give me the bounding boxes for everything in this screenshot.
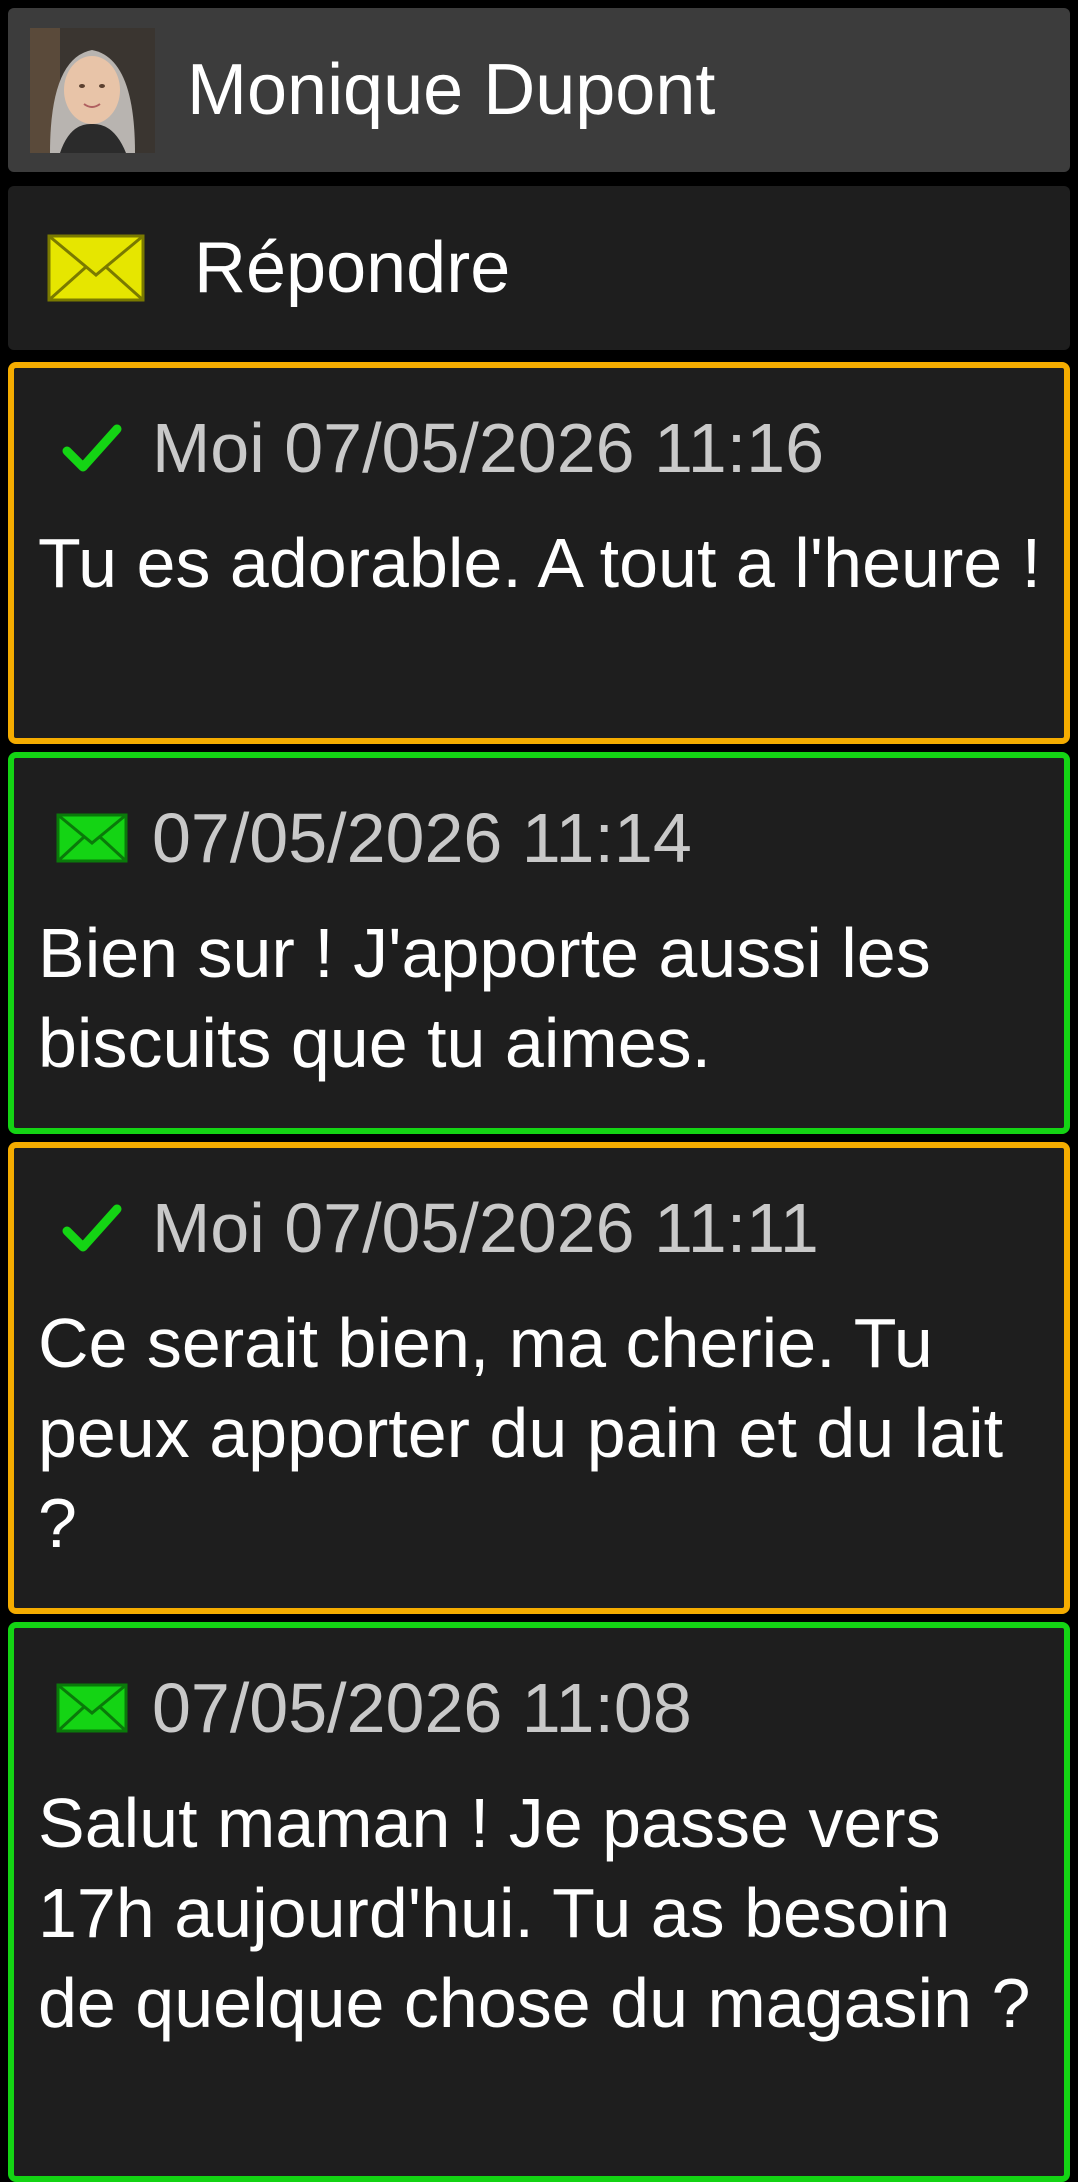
message-item[interactable]: Moi 07/05/2026 11:11 Ce serait bien, ma … [8,1142,1070,1614]
reply-label: Répondre [194,228,511,308]
message-item[interactable]: 07/05/2026 11:08 Salut maman ! Je passe … [8,1622,1070,2182]
message-item[interactable]: 07/05/2026 11:14 Bien sur ! J'apporte au… [8,752,1070,1134]
check-icon [52,1198,132,1258]
envelope-icon [47,234,145,302]
message-text: Bien sur ! J'apporte aussi les biscuits … [38,914,931,1082]
check-icon [52,418,132,478]
message-meta: Moi 07/05/2026 11:11 [152,1189,819,1267]
message-text: Salut maman ! Je passe vers 17h aujourd'… [38,1784,1031,2042]
message-meta: 07/05/2026 11:08 [152,1669,692,1747]
message-meta: 07/05/2026 11:14 [152,799,692,877]
envelope-icon [52,808,132,868]
contact-name: Monique Dupont [187,50,716,130]
message-item[interactable]: Moi 07/05/2026 11:16 Tu es adorable. A t… [8,362,1070,744]
reply-button[interactable]: Répondre [8,186,1070,350]
envelope-icon [52,1678,132,1738]
message-text: Tu es adorable. A tout a l'heure ! [38,524,1042,602]
contact-header[interactable]: Monique Dupont [8,8,1070,172]
message-meta: Moi 07/05/2026 11:16 [152,409,825,487]
message-text: Ce serait bien, ma cherie. Tu peux appor… [38,1304,1004,1562]
avatar[interactable] [30,27,155,153]
